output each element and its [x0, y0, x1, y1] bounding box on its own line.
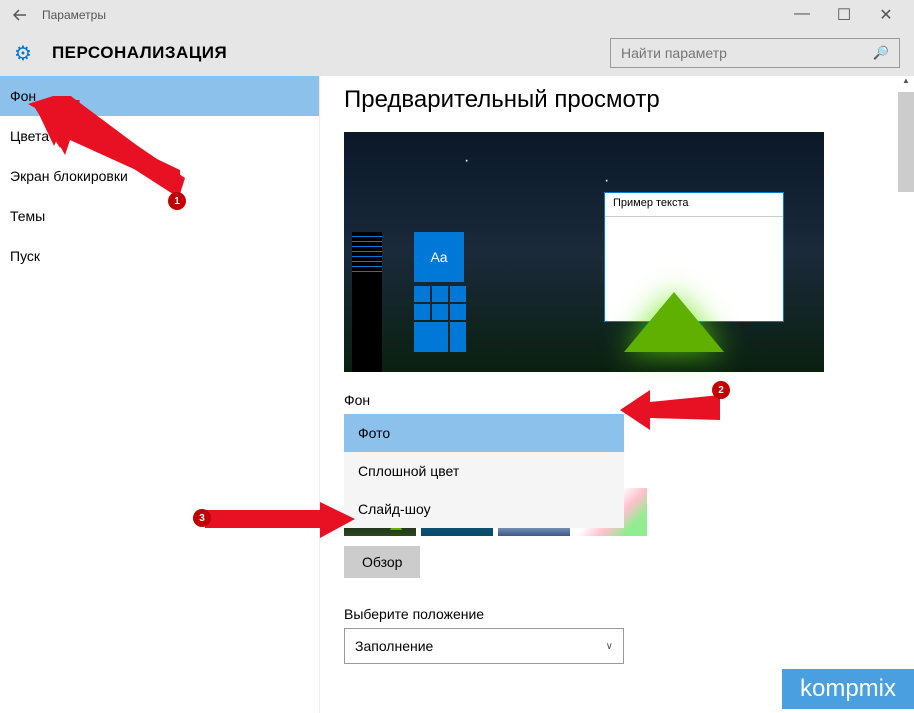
window-controls: — ☐ ✕ — [790, 5, 906, 25]
gear-icon: ⚙ — [14, 41, 32, 66]
search-input[interactable] — [621, 45, 873, 61]
scroll-up-arrow[interactable]: ▲ — [898, 76, 914, 92]
preview-image: Aa Пример текста — [344, 132, 824, 372]
content: Предварительный просмотр Aa Пример текст… — [320, 76, 914, 713]
watermark: kompmix — [782, 669, 914, 709]
annotation-arrow-3 — [205, 502, 355, 538]
titlebar: Параметры — ☐ ✕ — [0, 0, 914, 30]
minimize-button[interactable]: — — [790, 5, 814, 25]
maximize-button[interactable]: ☐ — [832, 5, 856, 25]
preview-tile-aa: Aa — [414, 232, 464, 282]
dropdown-option-solid[interactable]: Сплошной цвет — [344, 452, 624, 490]
fit-label: Выберите положение — [344, 606, 890, 622]
annotation-badge-1: 1 — [168, 192, 186, 210]
header: ⚙ ПЕРСОНАЛИЗАЦИЯ 🔍 — [0, 30, 914, 76]
dropdown-option-photo[interactable]: Фото — [344, 414, 624, 452]
preview-tent — [624, 292, 724, 352]
scrollbar[interactable] — [898, 92, 914, 192]
preview-start-tiles: Aa — [414, 232, 494, 372]
fit-value: Заполнение — [355, 638, 433, 654]
window-title: Параметры — [42, 8, 106, 22]
fit-select[interactable]: Заполнение ∨ — [344, 628, 624, 664]
preview-sample-text: Пример текста — [605, 193, 783, 217]
dropdown-option-slideshow[interactable]: Слайд-шоу — [344, 490, 624, 528]
annotation-arrow-1b — [28, 96, 188, 216]
header-title: ПЕРСОНАЛИЗАЦИЯ — [52, 43, 227, 63]
background-dropdown[interactable]: Фото Сплошной цвет Слайд-шоу — [344, 414, 624, 528]
chevron-down-icon: ∨ — [606, 641, 613, 652]
background-label: Фон — [344, 392, 890, 408]
back-button[interactable] — [8, 3, 32, 27]
annotation-badge-2: 2 — [712, 381, 730, 399]
browse-button[interactable]: Обзор — [344, 546, 420, 578]
preview-title: Предварительный просмотр — [344, 86, 890, 114]
sidebar-item-start[interactable]: Пуск — [0, 236, 319, 276]
search-icon: 🔍 — [873, 45, 889, 61]
close-button[interactable]: ✕ — [874, 5, 898, 25]
annotation-badge-3: 3 — [193, 509, 211, 527]
search-box[interactable]: 🔍 — [610, 38, 900, 68]
